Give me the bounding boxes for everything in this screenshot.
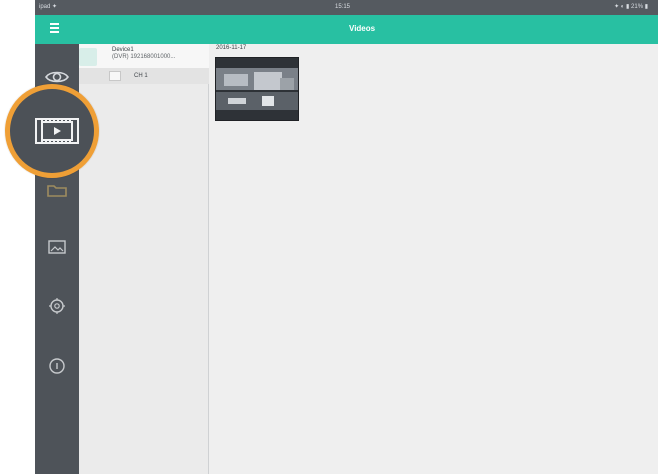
date-label: 2016-11-17 (216, 45, 247, 51)
sidebar-item-files[interactable] (35, 173, 79, 207)
channel-label: CH 1 (134, 73, 148, 79)
folder-icon (47, 185, 67, 197)
status-time: 15:15 (335, 4, 351, 10)
video-thumbnail[interactable] (215, 57, 299, 121)
info-icon (49, 358, 65, 374)
device-thumbnail (79, 48, 97, 66)
sidebar-item-about[interactable] (35, 349, 79, 383)
image-icon (48, 240, 66, 254)
page-title: Videos (349, 24, 376, 33)
menu-line-icon (50, 31, 59, 33)
channel-checkbox[interactable] (109, 71, 121, 81)
device-subtitle: (DVR) 192168001000... (112, 54, 176, 60)
status-bar: ipad ✦ 15:15 ✦ ◐ ▮ 21% ▮ (35, 0, 658, 15)
gear-icon (49, 298, 65, 314)
video-area: 2016-11-17 (210, 44, 658, 474)
status-right: ✦ ◐ ▮ 21% ▮ (614, 4, 648, 10)
menu-line-icon (50, 23, 59, 25)
menu-line-icon (50, 27, 59, 29)
status-left: ipad ✦ (39, 4, 58, 10)
menu-button[interactable] (47, 23, 63, 35)
highlight-callout (5, 84, 99, 178)
device-name: Device1 (112, 47, 134, 53)
sidebar-item-settings[interactable] (35, 289, 79, 323)
app-screen: ipad ✦ 15:15 ✦ ◐ ▮ 21% ▮ Videos Device1 … (35, 0, 658, 474)
video-preview-image (216, 58, 298, 120)
channel-row[interactable]: CH 1 (79, 68, 209, 84)
title-bar: Videos (35, 15, 658, 44)
sidebar-item-images[interactable] (35, 230, 79, 264)
device-panel: Device1 (DVR) 192168001000... CH 1 (79, 44, 209, 474)
video-playback-icon (35, 118, 79, 144)
device-row[interactable]: Device1 (DVR) 192168001000... (79, 44, 209, 68)
